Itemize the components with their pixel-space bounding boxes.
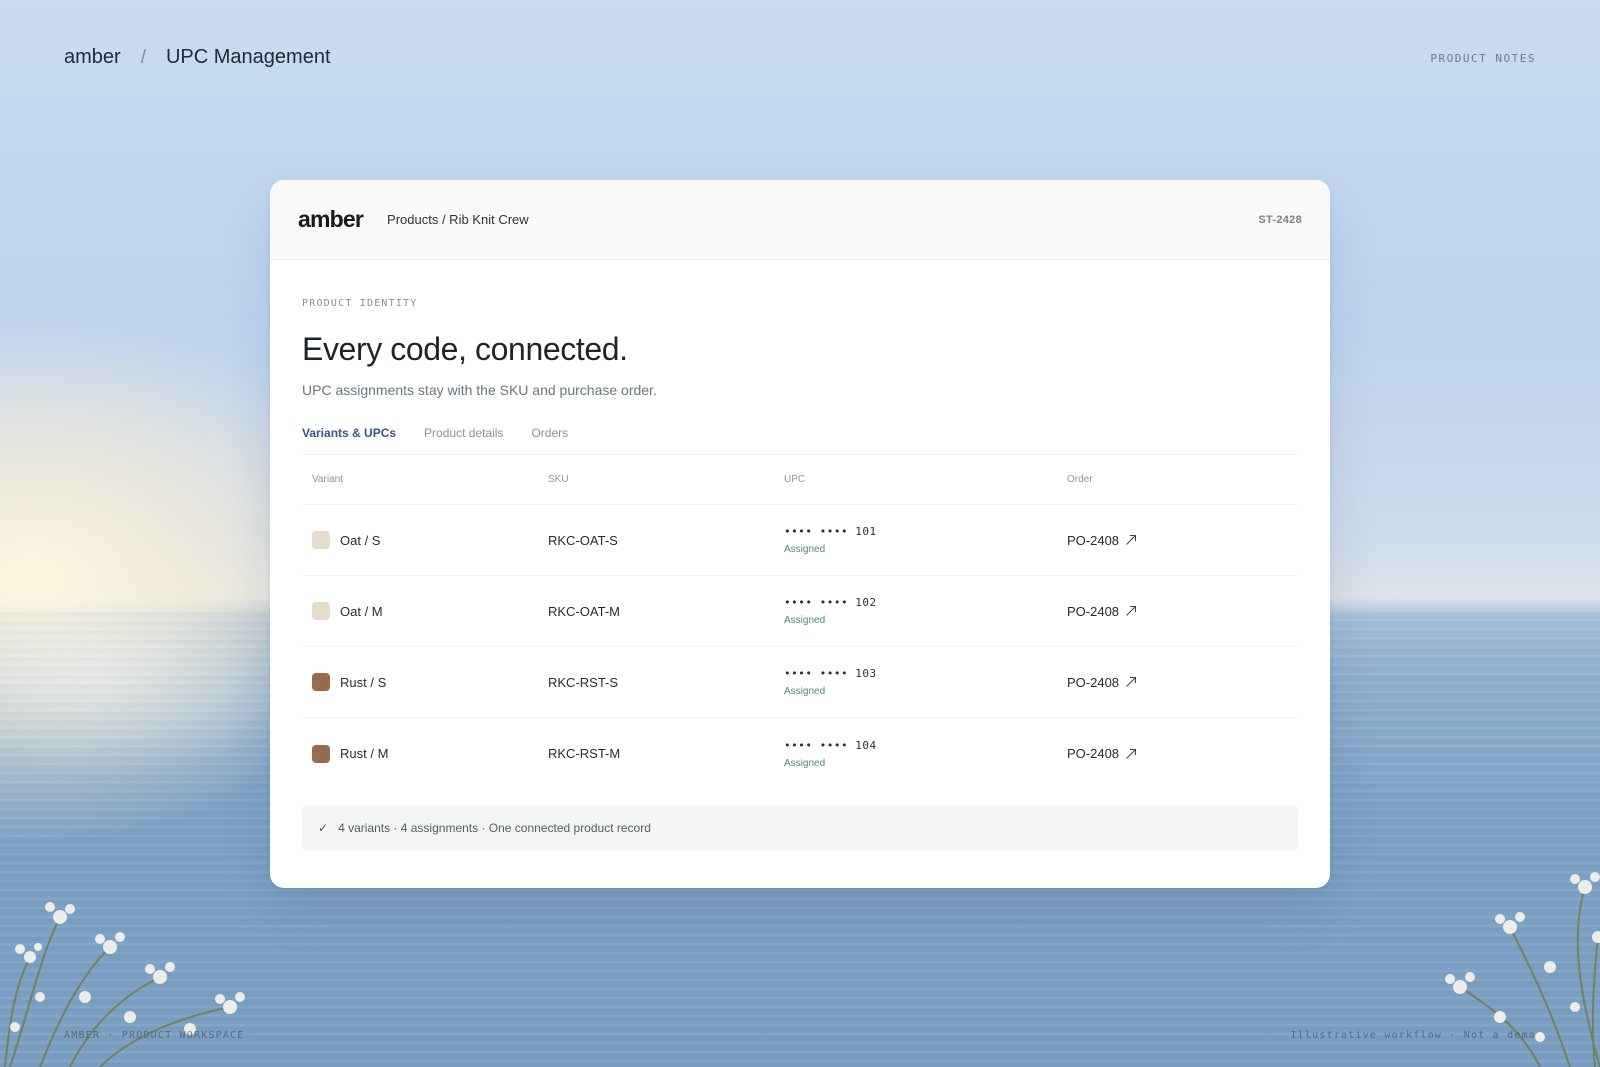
- tab-product-details[interactable]: Product details: [424, 426, 503, 440]
- variant-cell: Oat / M: [302, 602, 548, 620]
- footer-left-label: AMBER · PRODUCT WORKSPACE: [64, 1030, 245, 1041]
- variant-cell: Oat / S: [302, 531, 548, 549]
- card-header: amber Products / Rib Knit Crew ST-2428: [270, 180, 1330, 260]
- arrow-up-right-icon: [1126, 535, 1137, 545]
- upc-code: •••• •••• 102: [784, 596, 877, 609]
- top-brand-name[interactable]: amber: [64, 46, 121, 69]
- product-card: amber Products / Rib Knit Crew ST-2428 P…: [270, 180, 1330, 888]
- order-number: PO-2408: [1067, 532, 1120, 548]
- variant-name: Oat / M: [340, 603, 383, 619]
- footer-right-label: Illustrative workflow · Not a demo: [1290, 1030, 1536, 1041]
- order-link[interactable]: PO-2408: [1067, 604, 1298, 619]
- top-section-title: UPC Management: [165, 46, 331, 68]
- variant-cell: Rust / M: [302, 744, 548, 763]
- page-title: Every code, connected.: [302, 331, 628, 367]
- summary-text: 4 variants · 4 assignments · One connect…: [338, 821, 651, 835]
- variant-cell: Rust / S: [302, 673, 548, 691]
- sku-cell: RKC-RST-S: [548, 674, 619, 690]
- summary-banner: ✓ 4 variants · 4 assignments · One conne…: [302, 805, 1298, 851]
- color-swatch: [312, 531, 330, 549]
- variant-name: Rust / M: [340, 746, 389, 761]
- sku-cell: RKC-OAT-S: [548, 532, 618, 548]
- arrow-up-right-icon: [1126, 677, 1137, 687]
- section-eyebrow: PRODUCT IDENTITY: [302, 298, 418, 309]
- upc-cell: •••• •••• 101 Assigned: [784, 525, 1067, 555]
- tab-variants-upcs[interactable]: Variants & UPCs: [302, 426, 396, 440]
- table-row[interactable]: Rust / S RKC-RST-S •••• •••• 103 Assigne…: [302, 647, 1298, 718]
- variant-name: Oat / S: [340, 532, 381, 548]
- tab-orders[interactable]: Orders: [531, 426, 568, 440]
- tab-bar: Variants & UPCs Product details Orders: [302, 426, 1298, 455]
- upc-code: •••• •••• 101: [784, 525, 877, 538]
- column-header-upc: UPC: [784, 474, 806, 485]
- color-swatch: [312, 673, 330, 691]
- flowers-right-decoration: [1445, 872, 1600, 1067]
- order-link[interactable]: PO-2408: [1067, 533, 1298, 548]
- arrow-up-right-icon: [1126, 748, 1137, 759]
- upc-cell: •••• •••• 104 Assigned: [784, 739, 1067, 769]
- table-row[interactable]: Oat / M RKC-OAT-M •••• •••• 102 Assigned…: [302, 576, 1298, 647]
- store-id: ST-2428: [1258, 213, 1302, 226]
- upc-code: •••• •••• 104: [784, 738, 877, 752]
- upc-cell: •••• •••• 103 Assigned: [784, 667, 1067, 697]
- upc-status: Assigned: [784, 686, 826, 697]
- upc-status: Assigned: [784, 615, 826, 626]
- column-header-variant: Variant: [312, 474, 343, 485]
- column-header-order: Order: [1067, 474, 1093, 485]
- upc-cell: •••• •••• 102 Assigned: [784, 596, 1067, 626]
- upc-status: Assigned: [784, 757, 826, 769]
- order-link[interactable]: PO-2408: [1067, 675, 1298, 690]
- sku-cell: RKC-OAT-M: [548, 603, 620, 619]
- amber-logo[interactable]: amber: [298, 206, 364, 233]
- column-header-sku: SKU: [548, 474, 569, 485]
- arrow-up-right-icon: [1126, 606, 1137, 616]
- variant-name: Rust / S: [340, 674, 387, 690]
- upc-status: Assigned: [784, 544, 826, 555]
- top-breadcrumb-separator: /: [140, 46, 146, 68]
- order-number: PO-2408: [1067, 603, 1120, 619]
- sku-cell: RKC-RST-M: [548, 746, 621, 761]
- variants-table: Variant SKU UPC Order Oat / S RKC-OAT-S …: [302, 455, 1298, 789]
- flowers-left-decoration: [4, 902, 245, 1067]
- product-notes-link[interactable]: PRODUCT NOTES: [1430, 52, 1536, 65]
- top-breadcrumb: amber / UPC Management: [64, 46, 331, 69]
- color-swatch: [312, 602, 330, 620]
- page-subtitle: UPC assignments stay with the SKU and pu…: [302, 382, 657, 398]
- check-icon: ✓: [318, 821, 329, 835]
- product-breadcrumb[interactable]: Products / Rib Knit Crew: [387, 212, 529, 227]
- table-row[interactable]: Rust / M RKC-RST-M •••• •••• 104 Assigne…: [302, 718, 1298, 789]
- table-header: Variant SKU UPC Order: [302, 455, 1298, 505]
- card-body: PRODUCT IDENTITY Every code, connected. …: [270, 298, 1330, 851]
- order-link[interactable]: PO-2408: [1067, 746, 1298, 761]
- order-number: PO-2408: [1067, 746, 1120, 761]
- color-swatch: [312, 744, 330, 763]
- table-row[interactable]: Oat / S RKC-OAT-S •••• •••• 101 Assigned…: [302, 505, 1298, 576]
- upc-code: •••• •••• 103: [784, 667, 877, 680]
- order-number: PO-2408: [1067, 674, 1120, 690]
